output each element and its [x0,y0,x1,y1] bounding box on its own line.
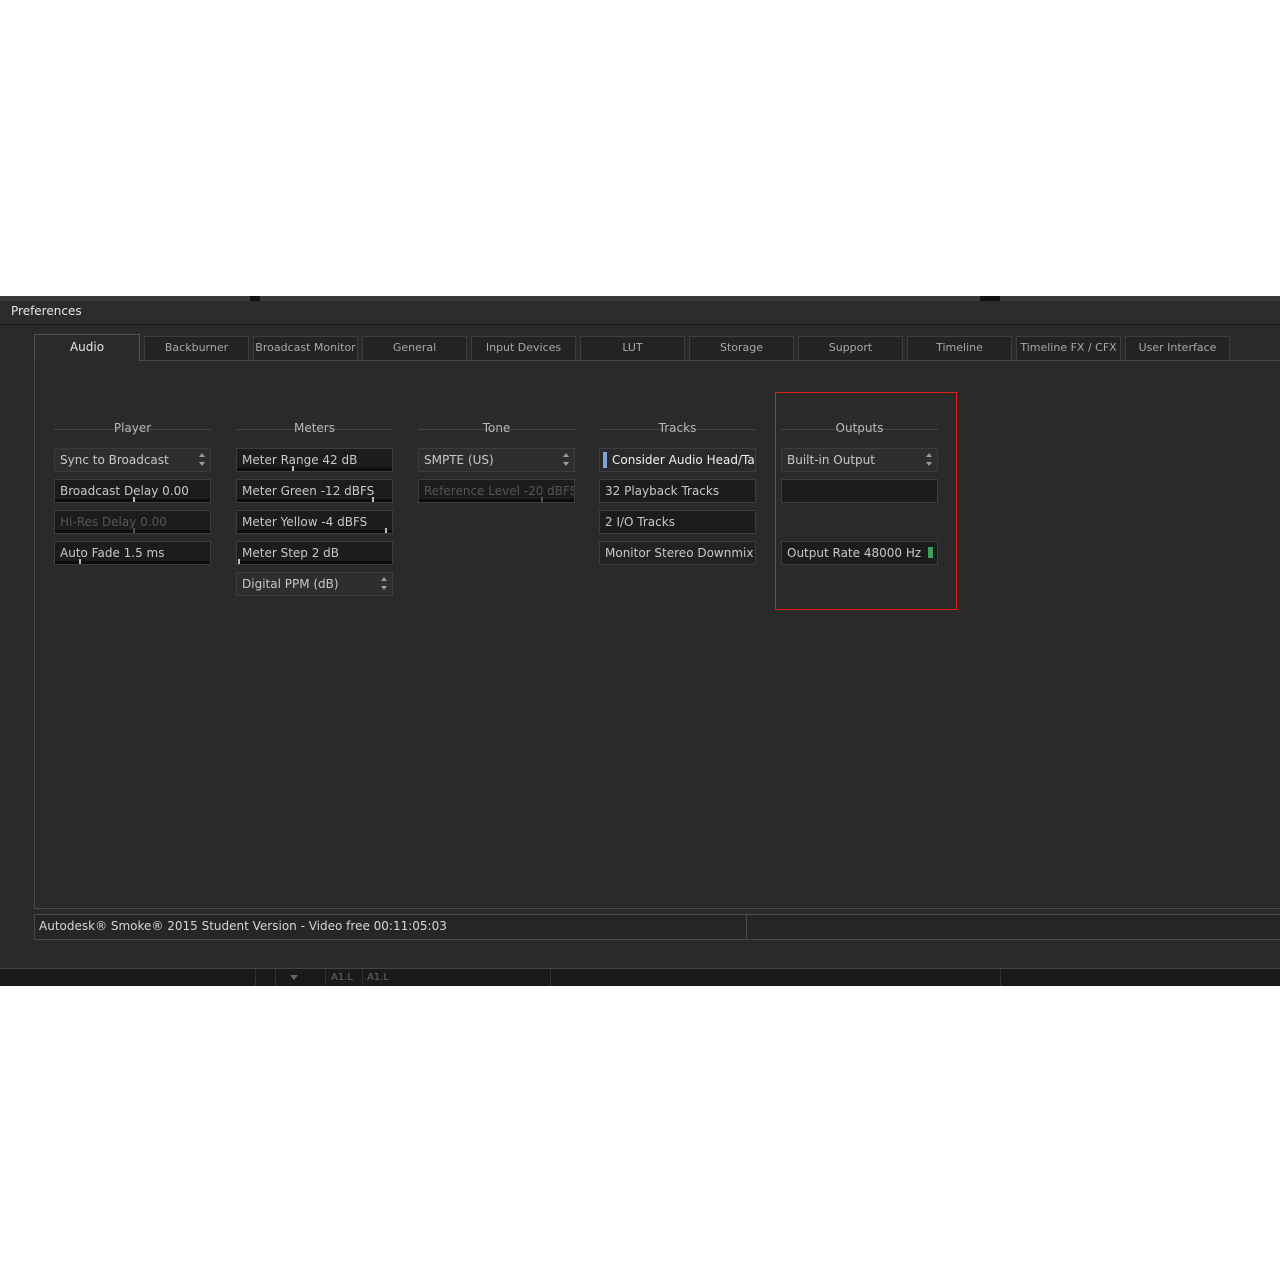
slider-track [419,499,574,502]
monitor-stereo-downmix-toggle[interactable]: Monitor Stereo Downmix [599,541,756,565]
dropdown-arrows-icon [199,452,206,468]
tab-input-devices[interactable]: Input Devices [471,336,576,360]
meter-range-label: Meter Range 42 dB [242,453,358,467]
slider-track [237,561,392,564]
audio-settings-panel [34,360,1280,909]
playback-tracks-label: 32 Playback Tracks [605,484,720,498]
tab-broadcast-monitor[interactable]: Broadcast Monitor [253,336,358,360]
tab-timeline[interactable]: Timeline [907,336,1012,360]
meter-range-slider[interactable]: Meter Range 42 dB [236,448,393,472]
dropdown-arrows-icon [563,452,570,468]
broadcast-delay-slider[interactable]: Broadcast Delay 0.00 [54,479,211,503]
tab-storage[interactable]: Storage [689,336,794,360]
track-label: A1.L [367,972,389,983]
slider-knob[interactable] [292,466,294,471]
meter-yellow-slider[interactable]: Meter Yellow -4 dBFS [236,510,393,534]
sync-to-broadcast-dropdown[interactable]: Sync to Broadcast [54,448,211,472]
consider-audio-head-tail-label: Consider Audio Head/Tail [612,453,756,467]
slider-knob[interactable] [133,497,135,502]
slider-knob[interactable] [238,559,240,564]
reference-level-label: Reference Level -20 dBFS [424,484,575,498]
monitor-stereo-downmix-label: Monitor Stereo Downmix [605,546,754,560]
chevron-down-icon[interactable] [290,975,298,980]
meter-scale-label: Digital PPM (dB) [242,577,339,591]
tone-standard-dropdown[interactable]: SMPTE (US) [418,448,575,472]
tab-timeline-fx-cfx[interactable]: Timeline FX / CFX [1016,336,1121,360]
consider-audio-head-tail-toggle[interactable]: Consider Audio Head/Tail [599,448,756,472]
slider-knob[interactable] [385,528,387,533]
slider-knob[interactable] [372,497,374,502]
status-bar: Autodesk® Smoke® 2015 Student Version - … [34,914,1280,940]
io-tracks-field[interactable]: 2 I/O Tracks [599,510,756,534]
auto-fade-label: Auto Fade 1.5 ms [60,546,165,560]
meter-yellow-label: Meter Yellow -4 dBFS [242,515,368,529]
strip-divider [275,969,276,986]
auto-fade-slider[interactable]: Auto Fade 1.5 ms [54,541,211,565]
hires-delay-label: Hi-Res Delay 0.00 [60,515,167,529]
slider-track [237,530,392,533]
tab-support[interactable]: Support [798,336,903,360]
strip-divider [1000,969,1001,986]
outputs-highlight-box [775,392,957,610]
preferences-window: Preferences Audio Backburner Broadcast M… [0,296,1280,986]
playback-tracks-field[interactable]: 32 Playback Tracks [599,479,756,503]
player-group-title: Player [113,421,152,435]
strip-divider [255,969,256,986]
tab-backburner[interactable]: Backburner [144,336,249,360]
sync-to-broadcast-label: Sync to Broadcast [60,453,169,467]
io-tracks-label: 2 I/O Tracks [605,515,675,529]
reference-level-slider: Reference Level -20 dBFS [418,479,575,503]
meter-scale-dropdown[interactable]: Digital PPM (dB) [236,572,393,596]
tab-general[interactable]: General [362,336,467,360]
tracks-group-title: Tracks [658,421,697,435]
meter-green-label: Meter Green -12 dBFS [242,484,375,498]
slider-knob [541,497,543,502]
status-divider [746,915,747,939]
bottom-timeline-strip: A1.L A1.L [0,968,1280,986]
tone-standard-label: SMPTE (US) [424,453,494,467]
slider-knob [133,528,135,533]
meter-step-label: Meter Step 2 dB [242,546,340,560]
meter-green-slider[interactable]: Meter Green -12 dBFS [236,479,393,503]
hires-delay-slider: Hi-Res Delay 0.00 [54,510,211,534]
meters-group-title: Meters [293,421,335,435]
tab-lut[interactable]: LUT [580,336,685,360]
slider-track [237,468,392,471]
window-title: Preferences [11,304,82,318]
tab-audio[interactable]: Audio [34,334,140,361]
slider-knob[interactable] [79,559,81,564]
broadcast-delay-label: Broadcast Delay 0.00 [60,484,189,498]
tone-group-title: Tone [482,421,511,435]
track-label: A1.L [331,972,353,983]
strip-divider [362,969,363,986]
toggle-on-indicator-icon [603,452,607,468]
strip-divider [325,969,326,986]
dropdown-arrows-icon [381,576,388,592]
meter-step-slider[interactable]: Meter Step 2 dB [236,541,393,565]
slider-track [237,499,392,502]
strip-divider [550,969,551,986]
status-text: Autodesk® Smoke® 2015 Student Version - … [39,919,447,933]
tab-user-interface[interactable]: User Interface [1125,336,1230,360]
title-bar: Preferences [0,301,1280,325]
